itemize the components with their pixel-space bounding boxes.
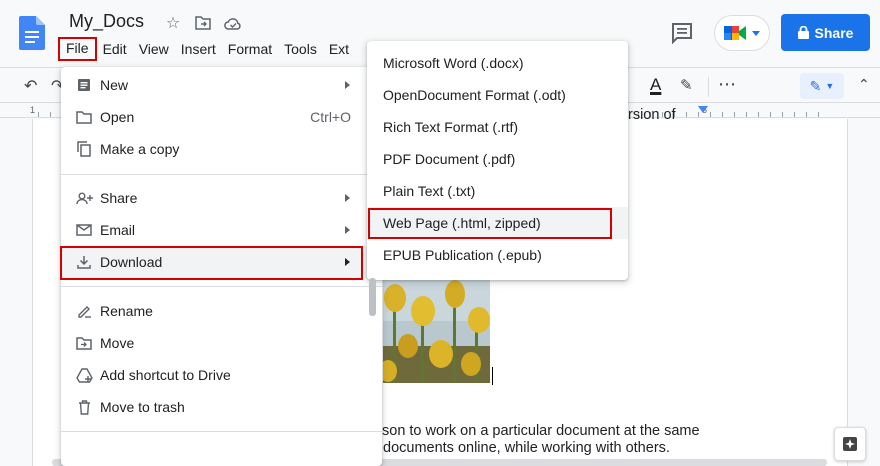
file-menu-item-rename[interactable]: Rename bbox=[61, 295, 382, 327]
comments-icon[interactable] bbox=[670, 22, 694, 44]
submenu-arrow-icon bbox=[345, 258, 350, 266]
file-menu-label: Email bbox=[100, 222, 136, 238]
file-menu-label: Move bbox=[100, 335, 135, 351]
submenu-arrow-icon bbox=[345, 81, 350, 89]
file-menu-item-add-shortcut[interactable]: Add shortcut to Drive bbox=[61, 359, 382, 391]
file-menu-label: New bbox=[100, 77, 129, 93]
file-menu-label: Move to trash bbox=[100, 399, 185, 415]
explore-assist-button[interactable] bbox=[834, 427, 866, 461]
download-submenu: Microsoft Word (.docx) OpenDocument Form… bbox=[367, 41, 628, 280]
file-menu-item-open[interactable]: Open Ctrl+O bbox=[61, 101, 382, 133]
menu-tools[interactable]: Tools bbox=[278, 38, 323, 60]
text-cursor bbox=[492, 367, 493, 385]
file-menu-item-email[interactable]: Email bbox=[61, 214, 382, 246]
download-option-docx[interactable]: Microsoft Word (.docx) bbox=[367, 47, 628, 79]
google-meet-icon bbox=[724, 26, 746, 40]
indent-marker[interactable] bbox=[698, 106, 708, 113]
menu-scrollbar[interactable] bbox=[369, 278, 376, 316]
download-option-odt[interactable]: OpenDocument Format (.odt) bbox=[367, 79, 628, 111]
trash-icon bbox=[75, 398, 93, 416]
download-option-html[interactable]: Web Page (.html, zipped) bbox=[367, 207, 628, 239]
copy-icon bbox=[75, 140, 93, 158]
title-actions: ☆ bbox=[162, 12, 244, 34]
sparkle-icon bbox=[843, 437, 857, 451]
menu-divider bbox=[61, 431, 382, 432]
text-color-icon[interactable]: A bbox=[650, 75, 661, 95]
file-menu-item-download[interactable]: Download bbox=[61, 246, 382, 278]
submenu-arrow-icon bbox=[345, 194, 350, 202]
share-button[interactable]: Share bbox=[781, 14, 870, 51]
meet-button[interactable] bbox=[714, 15, 770, 51]
file-menu-item-make-copy[interactable]: Make a copy bbox=[61, 133, 382, 165]
download-icon bbox=[75, 253, 93, 271]
file-menu-label: Download bbox=[100, 254, 163, 270]
file-menu-label: Add shortcut to Drive bbox=[100, 367, 231, 383]
undo-icon[interactable]: ↶ bbox=[24, 76, 37, 96]
star-icon[interactable]: ☆ bbox=[162, 12, 184, 34]
menu-view[interactable]: View bbox=[133, 38, 175, 60]
share-label: Share bbox=[814, 24, 854, 41]
download-option-rtf[interactable]: Rich Text Format (.rtf) bbox=[367, 111, 628, 143]
file-menu-label: Open bbox=[100, 109, 135, 125]
move-to-folder-icon[interactable] bbox=[192, 12, 214, 34]
person-add-icon bbox=[75, 189, 93, 207]
drive-shortcut-icon bbox=[75, 366, 93, 384]
lock-icon bbox=[797, 26, 809, 39]
menu-format[interactable]: Format bbox=[222, 38, 278, 60]
file-menu-item-trash[interactable]: Move to trash bbox=[61, 391, 382, 423]
menu-file[interactable]: File bbox=[58, 37, 97, 61]
download-option-txt[interactable]: Plain Text (.txt) bbox=[367, 175, 628, 207]
editing-mode-button[interactable]: ✎ ▼ bbox=[800, 73, 844, 99]
more-options-icon[interactable]: ⋯ bbox=[718, 74, 737, 95]
document-title[interactable]: My_Docs bbox=[69, 11, 144, 32]
chevron-down-icon: ▼ bbox=[825, 81, 835, 91]
file-menu-item-share[interactable]: Share bbox=[61, 182, 382, 214]
collapse-menu-icon[interactable]: ⌃ bbox=[858, 76, 870, 93]
pencil-icon: ✎ bbox=[809, 77, 822, 94]
email-icon bbox=[75, 221, 93, 239]
tulip-image[interactable] bbox=[383, 276, 490, 383]
submenu-arrow-icon bbox=[345, 226, 350, 234]
file-menu-item-move[interactable]: Move bbox=[61, 327, 382, 359]
doc-text-line: documents online, while working with oth… bbox=[383, 440, 670, 456]
file-menu-item-new[interactable]: New bbox=[61, 69, 382, 101]
shortcut-text: Ctrl+O bbox=[310, 109, 351, 125]
doc-text-line: son to work on a particular document at … bbox=[382, 423, 700, 439]
file-menu: New Open Ctrl+O Make a copy Share Email bbox=[61, 67, 382, 466]
download-option-epub[interactable]: EPUB Publication (.epub) bbox=[367, 239, 628, 271]
menu-insert[interactable]: Insert bbox=[175, 38, 222, 60]
doc-text-fragment: rsion of bbox=[628, 107, 676, 123]
new-doc-icon bbox=[75, 76, 93, 94]
menu-divider bbox=[61, 174, 382, 175]
file-menu-label: Share bbox=[100, 190, 138, 206]
move-icon bbox=[75, 334, 93, 352]
menu-extensions[interactable]: Ext bbox=[323, 38, 355, 60]
menu-edit[interactable]: Edit bbox=[97, 38, 133, 60]
menu-bar: File Edit View Insert Format Tools Ext bbox=[58, 37, 355, 61]
rename-icon bbox=[75, 302, 93, 320]
download-option-pdf[interactable]: PDF Document (.pdf) bbox=[367, 143, 628, 175]
highlight-pen-icon[interactable]: ✎ bbox=[680, 76, 693, 94]
file-menu-label: Make a copy bbox=[100, 141, 180, 157]
ruler-number: 1 bbox=[30, 105, 36, 115]
chevron-down-icon bbox=[752, 30, 760, 36]
menu-divider bbox=[61, 286, 382, 287]
cloud-status-icon[interactable] bbox=[222, 12, 244, 34]
google-docs-logo[interactable] bbox=[19, 16, 45, 50]
file-menu-label: Rename bbox=[100, 303, 153, 319]
toolbar-divider bbox=[708, 77, 709, 97]
folder-open-icon bbox=[75, 108, 93, 126]
